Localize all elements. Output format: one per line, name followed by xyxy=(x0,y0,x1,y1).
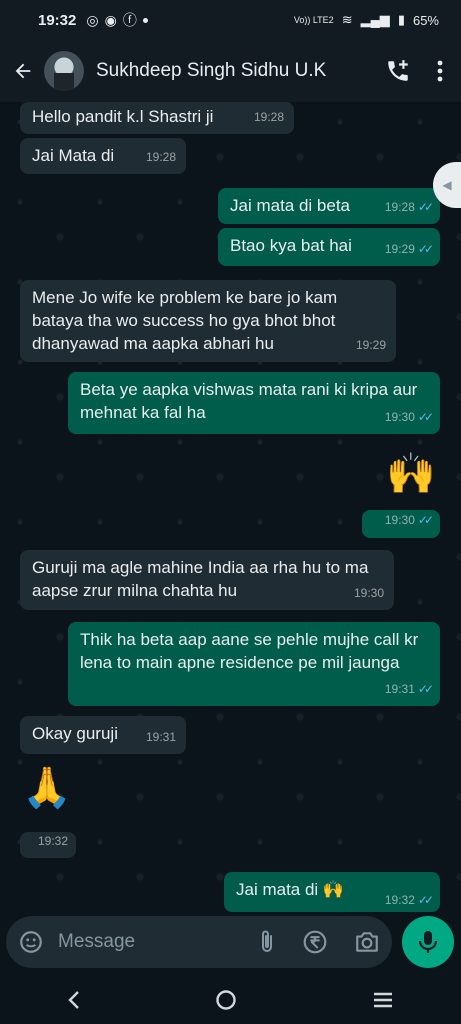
status-right: Vo)) LTE2 ≋ ▂▄▆ ▮ 65% xyxy=(294,12,439,28)
message-outgoing[interactable]: 19:30 ✓✓ xyxy=(362,510,440,538)
message-time: 19:29 xyxy=(355,338,386,352)
message-composer[interactable]: Message xyxy=(6,916,392,968)
message-time: 19:30 ✓✓ xyxy=(384,513,434,527)
message-text: Mene Jo wife ke problem ke bare jo kam b… xyxy=(32,288,338,353)
message-text: Thik ha beta aap aane se pehle mujhe cal… xyxy=(80,630,419,672)
add-call-icon[interactable] xyxy=(385,58,411,84)
message-text: Jai mata di beta xyxy=(230,196,351,215)
messenger-icon: ◉ xyxy=(104,11,117,28)
message-text: Beta ye aapka vishwas mata rani ki kripa… xyxy=(80,380,418,422)
payment-rupee-icon[interactable] xyxy=(302,929,328,955)
chat-header: Sukhdeep Singh Sidhu U.K xyxy=(0,40,461,102)
more-options-icon[interactable] xyxy=(437,60,443,82)
read-ticks-icon: ✓✓ xyxy=(417,242,434,256)
status-bar: 19:32 ◎ ◉ ⓕ Vo)) LTE2 ≋ ▂▄▆ ▮ 65% xyxy=(0,0,461,40)
message-incoming[interactable]: 19:32 xyxy=(20,832,76,858)
message-time: 19:32 xyxy=(37,834,68,848)
message-text: Guruji ma agle mahine India aa rha hu to… xyxy=(32,558,369,600)
volte-icon: Vo)) LTE2 xyxy=(293,15,334,25)
wifi-icon: ≋ xyxy=(341,12,353,27)
message-text: Jai mata di 🙌 xyxy=(236,880,345,899)
folded-hands-emoji[interactable]: 🙏 xyxy=(22,766,72,810)
read-ticks-icon: ✓✓ xyxy=(417,682,434,696)
message-time: 19:32 ✓✓ xyxy=(384,893,434,907)
message-outgoing[interactable]: Btao kya bat hai 19:29 ✓✓ xyxy=(218,228,440,266)
message-time: 19:30 xyxy=(353,586,384,600)
nav-recents-icon[interactable] xyxy=(372,991,394,1009)
sticker-icon[interactable] xyxy=(18,929,44,955)
nav-home-icon[interactable] xyxy=(215,989,237,1011)
more-notifications-icon xyxy=(142,17,148,23)
camera-icon[interactable] xyxy=(354,930,380,954)
signal-icon: ▂▄▆ xyxy=(360,12,390,27)
message-time: 19:28 xyxy=(253,110,284,124)
message-outgoing[interactable]: Jai mata di beta 19:28 ✓✓ xyxy=(218,188,440,224)
message-time: 19:30 ✓✓ xyxy=(384,410,434,424)
message-outgoing[interactable]: Thik ha beta aap aane se pehle mujhe cal… xyxy=(68,622,440,706)
voice-message-button[interactable] xyxy=(402,916,454,968)
back-arrow-icon[interactable] xyxy=(12,60,40,82)
read-ticks-icon: ✓✓ xyxy=(417,410,434,424)
message-time: 19:29 ✓✓ xyxy=(384,242,434,256)
message-text: Hello pandit k.l Shastri ji xyxy=(32,107,214,126)
nav-back-icon[interactable] xyxy=(67,990,81,1010)
notification-icons: ◎ ◉ ⓕ xyxy=(86,10,148,30)
message-text: Okay guruji xyxy=(32,724,118,743)
raising-hands-emoji[interactable]: 🙌 xyxy=(386,452,436,496)
read-ticks-icon: ✓✓ xyxy=(417,893,434,907)
message-outgoing[interactable]: Beta ye aapka vishwas mata rani ki kripa… xyxy=(68,372,440,434)
chevron-left-icon: ◀ xyxy=(442,178,452,192)
message-time: 19:28 ✓✓ xyxy=(384,200,434,214)
read-ticks-icon: ✓✓ xyxy=(417,200,434,214)
message-incoming[interactable]: Hello pandit k.l Shastri ji 19:28 xyxy=(20,102,294,134)
attach-icon[interactable] xyxy=(258,929,276,955)
message-incoming[interactable]: Jai Mata di 19:28 xyxy=(20,138,186,174)
avatar[interactable] xyxy=(44,51,84,91)
instagram-icon: ◎ xyxy=(86,11,99,28)
message-text: Jai Mata di xyxy=(32,146,115,165)
system-navigation-bar xyxy=(0,976,461,1024)
message-incoming[interactable]: Guruji ma agle mahine India aa rha hu to… xyxy=(20,550,394,610)
status-time: 19:32 xyxy=(38,11,77,29)
message-text: Btao kya bat hai xyxy=(230,236,352,255)
chat-area[interactable]: Hello pandit k.l Shastri ji 19:28 Jai Ma… xyxy=(0,102,461,912)
message-input[interactable]: Message xyxy=(58,931,135,953)
message-outgoing[interactable]: Jai mata di 🙌 19:32 ✓✓ xyxy=(224,872,440,912)
message-time: 19:28 xyxy=(145,150,176,164)
contact-name[interactable]: Sukhdeep Singh Sidhu U.K xyxy=(96,60,326,82)
battery-icon: ▮ xyxy=(397,12,405,27)
read-ticks-icon: ✓✓ xyxy=(417,513,434,527)
message-time: 19:31 ✓✓ xyxy=(384,682,434,696)
microphone-icon xyxy=(417,929,439,955)
message-incoming[interactable]: Mene Jo wife ke problem ke bare jo kam b… xyxy=(20,280,396,362)
battery-percent: 65% xyxy=(412,12,439,28)
message-incoming[interactable]: Okay guruji 19:31 xyxy=(20,716,186,754)
facebook-icon: ⓕ xyxy=(122,12,137,28)
message-time: 19:31 xyxy=(145,730,176,744)
